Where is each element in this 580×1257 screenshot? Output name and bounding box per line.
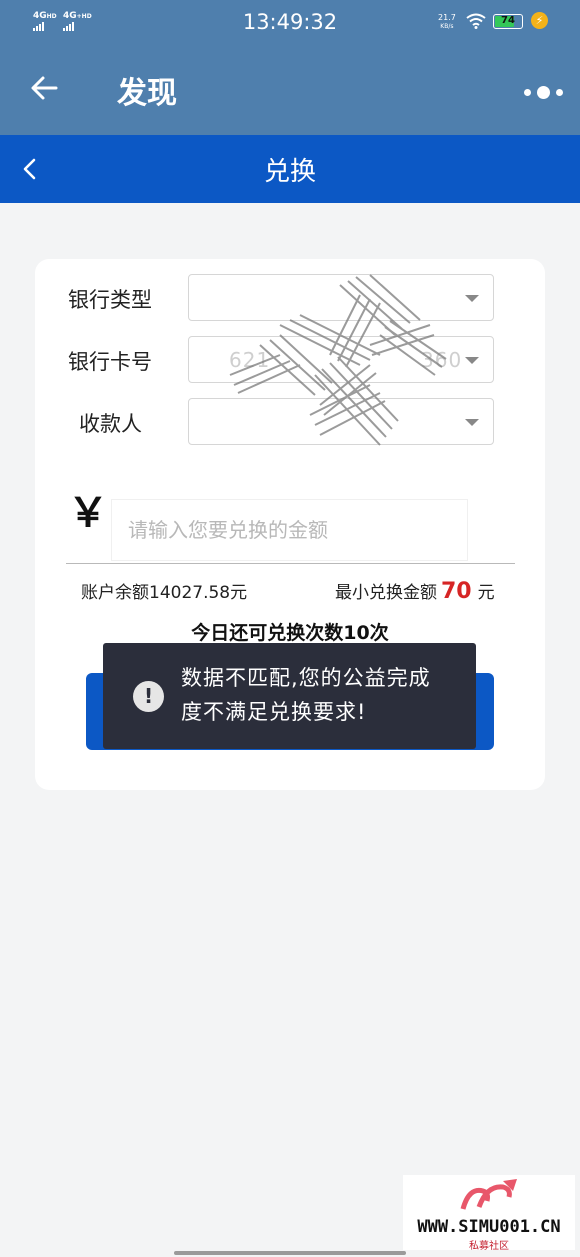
account-balance: 账户余额14027.58元 (81, 583, 248, 603)
toast-message-line1: 数据不匹配,您的公益完成 (181, 666, 431, 690)
bank-type-label: 银行类型 (68, 288, 152, 312)
charging-bolt-icon: ⚡ (531, 12, 548, 29)
redaction-scribble (220, 265, 450, 459)
watermark: WWW.SIMU001.CN 私募社区 (403, 1175, 575, 1252)
remaining-exchanges: 今日还可兑换次数10次 (191, 622, 389, 644)
watermark-logo-icon (459, 1177, 521, 1219)
wifi-icon (466, 13, 486, 33)
error-toast: ! 数据不匹配,您的公益完成 度不满足兑换要求! (103, 643, 476, 749)
minimum-amount-value: 70 (441, 579, 472, 604)
home-indicator[interactable] (174, 1251, 406, 1255)
status-bar: 4GHD 4G+HD 13:49:32 21.7 KB/s 74 ⚡ (0, 0, 580, 44)
page-title: 兑换 (263, 157, 316, 187)
exclamation-icon: ! (133, 681, 164, 712)
toast-message-line2: 度不满足兑换要求! (181, 700, 367, 724)
battery-icon: 74 (493, 14, 523, 29)
battery-level: 74 (501, 15, 515, 26)
divider (66, 563, 515, 564)
network-speed-unit: KB/s (440, 23, 454, 30)
more-options-icon[interactable] (524, 82, 564, 101)
amount-input[interactable] (111, 499, 468, 561)
network-speed: 21.7 KB/s (438, 13, 456, 31)
dropdown-caret-icon (465, 419, 479, 426)
dropdown-caret-icon (465, 295, 479, 302)
network-speed-value: 21.7 (438, 13, 456, 22)
back-arrow-icon[interactable] (30, 74, 58, 106)
app-bar: 发现 (0, 44, 580, 135)
minimum-amount-unit: 元 (477, 583, 495, 603)
sub-header: 兑换 (0, 135, 580, 203)
minimum-amount: 最小兑换金额 70 元 (335, 578, 495, 604)
app-bar-title: 发现 (117, 76, 177, 111)
currency-symbol: ￥ (68, 490, 108, 536)
toast-message: 数据不匹配,您的公益完成 度不满足兑换要求! (181, 661, 456, 729)
payee-label: 收款人 (79, 412, 142, 436)
dropdown-caret-icon (465, 357, 479, 364)
watermark-subtitle: 私募社区 (469, 1241, 509, 1252)
watermark-url: WWW.SIMU001.CN (417, 1217, 561, 1237)
card-number-label: 银行卡号 (68, 350, 152, 374)
minimum-amount-label: 最小兑换金额 (335, 583, 437, 603)
